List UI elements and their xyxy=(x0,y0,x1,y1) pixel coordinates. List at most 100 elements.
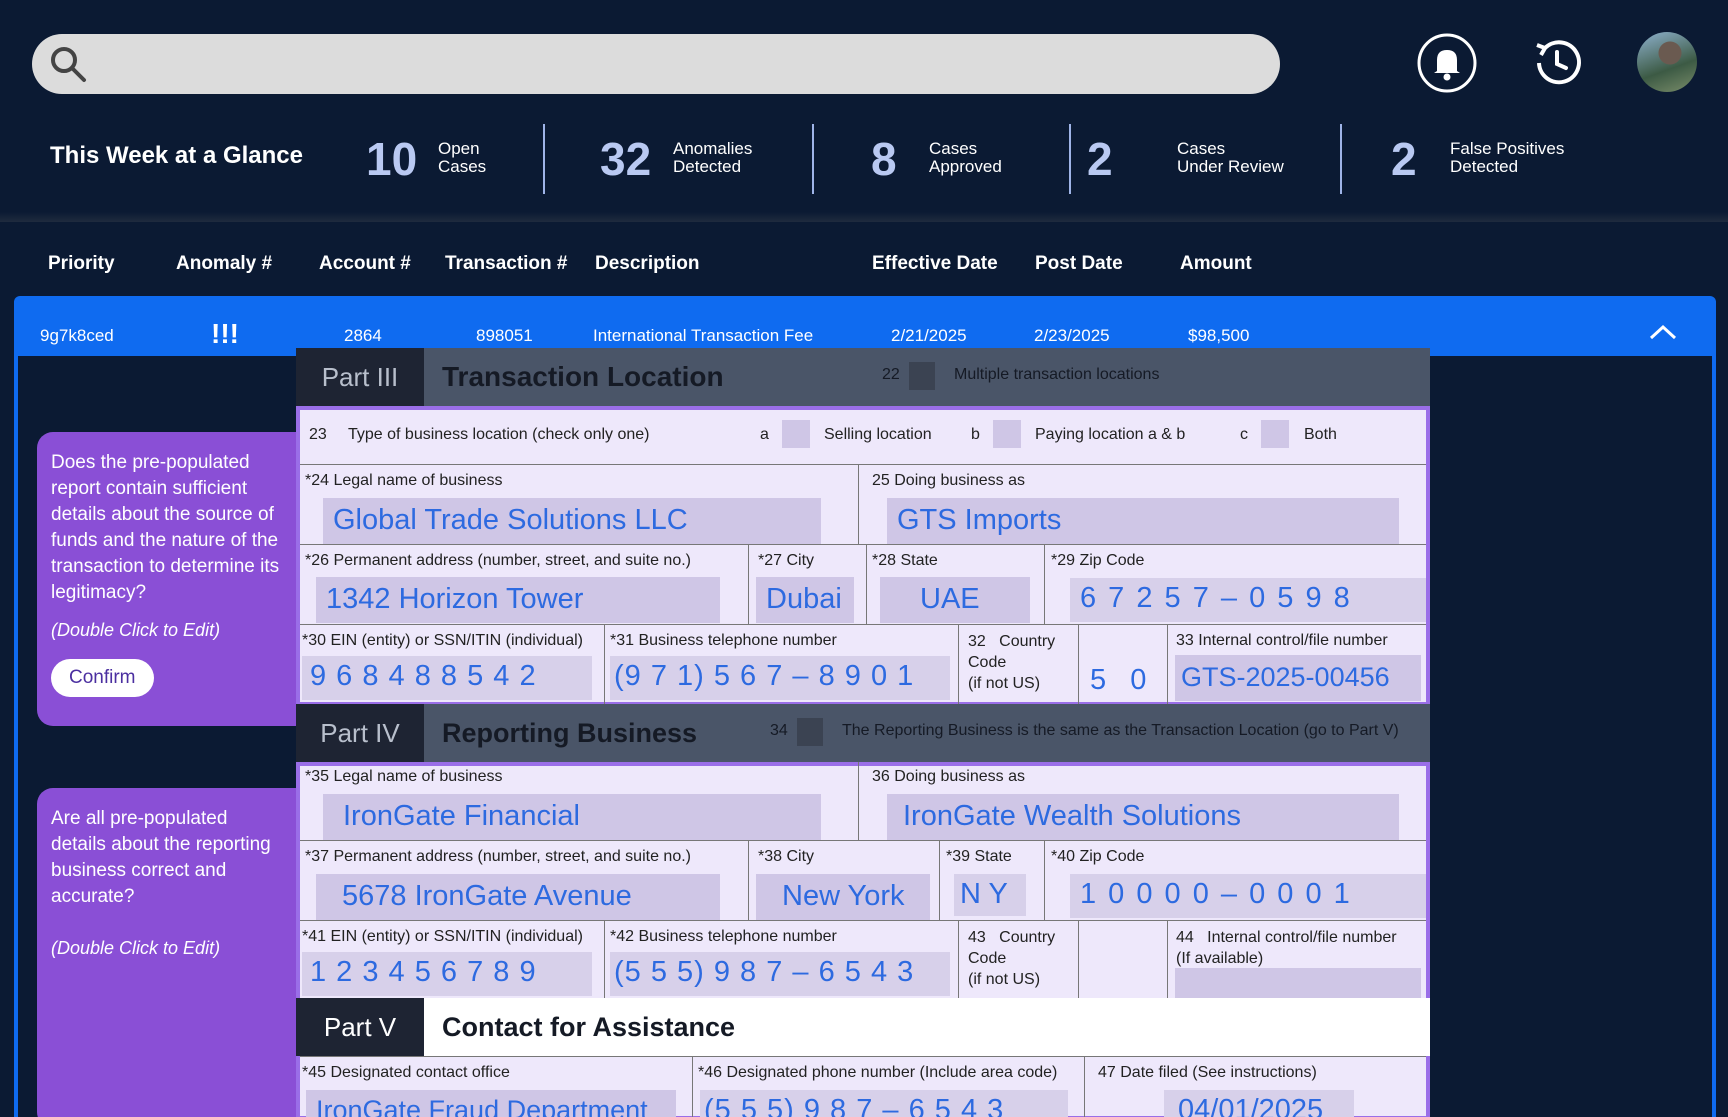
stat-label: Open Cases xyxy=(438,139,487,176)
contact-office-field[interactable]: IronGate Fraud Department xyxy=(306,1090,676,1117)
stat-label: False Positives Detected xyxy=(1450,139,1565,176)
glance-title: This Week at a Glance xyxy=(50,142,303,169)
option-b-label: Paying location a & b xyxy=(1035,426,1186,443)
search-input[interactable] xyxy=(102,46,1252,82)
col-divider xyxy=(692,1056,693,1117)
field-33-label: 33 Internal control/file number xyxy=(1176,632,1388,649)
selling-location-checkbox[interactable] xyxy=(782,420,810,448)
col-divider xyxy=(1078,920,1079,998)
address-field[interactable]: 1342 Horizon Tower xyxy=(316,577,720,623)
col-divider xyxy=(958,920,959,998)
history-button[interactable] xyxy=(1527,33,1587,93)
column-anomaly[interactable]: Anomaly # xyxy=(176,253,272,275)
part4-label: Part IV xyxy=(296,704,424,762)
contact-phone-field[interactable]: (5 5 5) 9 8 7 – 6 5 4 3 xyxy=(700,1090,1068,1117)
bell-icon xyxy=(1417,33,1477,93)
column-transaction[interactable]: Transaction # xyxy=(445,253,568,275)
col-divider xyxy=(866,544,867,624)
stat-value: 8 xyxy=(871,133,897,185)
stat-value: 10 xyxy=(366,133,418,185)
field-44-label: 44 Internal control/file number (If avai… xyxy=(1176,929,1397,967)
field-30-label: *30 EIN (entity) or SSN/ITIN (individual… xyxy=(302,632,583,649)
search-bar[interactable] xyxy=(32,34,1280,94)
date-filed-field[interactable]: 04/01/2025 xyxy=(1164,1090,1354,1117)
reporting-city-field[interactable]: New York xyxy=(756,874,930,920)
field-39-label: *39 State xyxy=(946,848,1012,865)
field-32-label: 32 Country Code (if not US) xyxy=(968,633,1056,692)
table-row-selected[interactable] xyxy=(14,296,1716,356)
field-23-number: 23 xyxy=(309,426,327,443)
part4-header: Part IV Reporting Business 34 The Report… xyxy=(296,704,1430,762)
field-22-number: 22 xyxy=(882,366,900,383)
option-c-letter: c xyxy=(1240,426,1248,443)
reporting-country-code-field[interactable] xyxy=(1090,952,1166,992)
field-34-label: The Reporting Business is the same as th… xyxy=(842,722,1399,739)
state-field[interactable]: UAE xyxy=(880,577,1030,623)
stat-divider xyxy=(1340,124,1342,194)
reporting-zip-field[interactable]: 1 0 0 0 0 – 0 0 0 1 xyxy=(1070,874,1426,918)
field-45-label: *45 Designated contact office xyxy=(302,1064,510,1081)
stat-label: Cases Approved xyxy=(929,139,1002,176)
multiple-locations-checkbox[interactable] xyxy=(909,362,935,390)
paying-location-checkbox[interactable] xyxy=(993,420,1021,448)
question-card-2[interactable]: Are all pre-populated details about the … xyxy=(37,788,297,1117)
reporting-state-field[interactable]: N Y xyxy=(954,874,1026,916)
field-38-label: *38 City xyxy=(758,848,815,865)
row-divider xyxy=(300,920,1426,921)
part4-title: Reporting Business xyxy=(442,718,698,748)
stat-divider xyxy=(1069,124,1071,194)
reporting-phone-field[interactable]: (5 5 5) 9 8 7 – 6 5 4 3 xyxy=(610,952,950,996)
both-checkbox[interactable] xyxy=(1261,420,1289,448)
column-priority[interactable]: Priority xyxy=(48,253,115,275)
row-effective-date: 2/21/2025 xyxy=(891,326,967,345)
col-divider xyxy=(858,464,859,544)
part3-title: Transaction Location xyxy=(442,361,724,392)
option-b-letter: b xyxy=(971,426,980,443)
history-icon xyxy=(1536,40,1581,85)
internal-control-field[interactable]: GTS-2025-00456 xyxy=(1175,655,1421,701)
stat-label: Cases Under Review xyxy=(1177,139,1284,176)
edit-hint: (Double Click to Edit) xyxy=(51,620,221,640)
column-post-date[interactable]: Post Date xyxy=(1035,253,1123,275)
col-divider xyxy=(1044,840,1045,920)
row-divider xyxy=(300,1056,1426,1057)
column-effective-date[interactable]: Effective Date xyxy=(872,253,998,275)
stat-divider xyxy=(543,124,545,194)
col-divider xyxy=(939,840,940,920)
field-41-label: *41 EIN (entity) or SSN/ITIN (individual… xyxy=(302,928,583,945)
column-amount[interactable]: Amount xyxy=(1180,253,1252,275)
dba-field[interactable]: GTS Imports xyxy=(887,498,1399,544)
legal-name-field[interactable]: Global Trade Solutions LLC xyxy=(323,498,821,544)
field-24-label: *24 Legal name of business xyxy=(305,472,503,489)
reporting-ein-field[interactable]: 1 2 3 4 5 6 7 8 9 xyxy=(302,952,592,996)
field-28-label: *28 State xyxy=(872,552,938,569)
collapse-chevron-icon[interactable] xyxy=(1648,322,1678,342)
row-divider xyxy=(300,840,1426,841)
field-43-label: 43 Country Code (if not US) xyxy=(968,929,1056,988)
report-form: Part III Transaction Location 22 Multipl… xyxy=(296,348,1430,1117)
question-card-1[interactable]: Does the pre-populated report contain su… xyxy=(37,432,297,726)
reporting-dba-field[interactable]: IronGate Wealth Solutions xyxy=(887,794,1399,840)
field-47-label: 47 Date filed (See instructions) xyxy=(1098,1064,1317,1081)
field-26-label: *26 Permanent address (number, street, a… xyxy=(305,552,691,569)
reporting-address-field[interactable]: 5678 IronGate Avenue xyxy=(316,874,720,920)
reporting-legal-name-field[interactable]: IronGate Financial xyxy=(323,794,821,840)
reporting-internal-control-field[interactable] xyxy=(1175,968,1421,998)
same-as-location-checkbox[interactable] xyxy=(797,718,823,746)
stat-value: 32 xyxy=(600,133,652,185)
confirm-button[interactable]: Confirm xyxy=(51,659,154,697)
ein-field[interactable]: 9 6 8 4 8 8 5 4 2 xyxy=(302,656,592,700)
phone-field[interactable]: (9 7 1) 5 6 7 – 8 9 0 1 xyxy=(610,656,950,700)
country-code-field[interactable]: 5 0 xyxy=(1090,660,1166,700)
row-post-date: 2/23/2025 xyxy=(1034,326,1110,345)
col-divider xyxy=(748,544,749,624)
row-divider xyxy=(300,624,1426,625)
city-field[interactable]: Dubai xyxy=(756,577,854,623)
avatar[interactable] xyxy=(1637,32,1697,92)
notifications-button[interactable] xyxy=(1417,33,1477,93)
zip-code-field[interactable]: 6 7 2 5 7 – 0 5 9 8 xyxy=(1070,578,1426,622)
column-account[interactable]: Account # xyxy=(319,253,411,275)
option-a-letter: a xyxy=(760,426,769,443)
column-description[interactable]: Description xyxy=(595,253,700,275)
field-37-label: *37 Permanent address (number, street, a… xyxy=(305,848,691,865)
